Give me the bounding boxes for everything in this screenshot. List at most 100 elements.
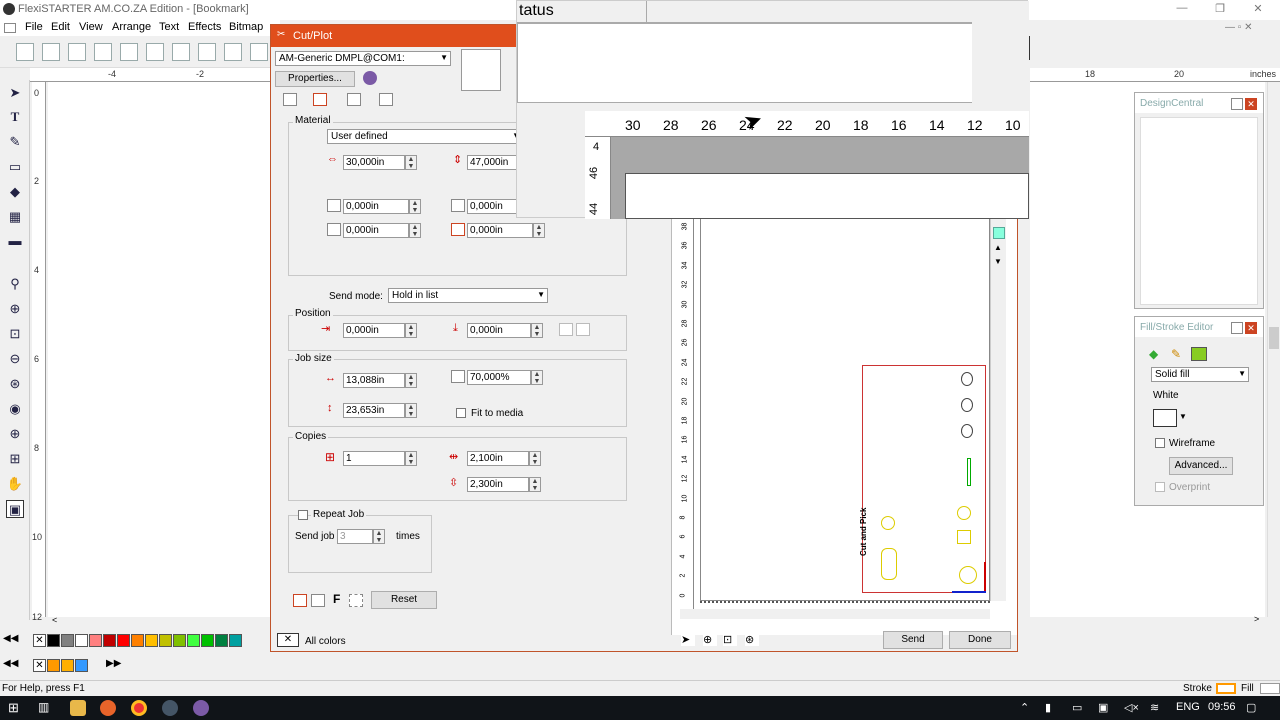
usb-icon[interactable]: ▮ [1045,701,1051,714]
stroke-pen-icon[interactable]: ✎ [1171,347,1181,361]
language-indicator[interactable]: ENG [1176,701,1200,713]
center-icon[interactable] [576,323,590,336]
windows-start-icon[interactable]: ⊞ [8,700,19,716]
color-swatch[interactable] [145,634,158,647]
reset-button[interactable]: Reset [371,591,437,609]
select-arrow-icon[interactable]: ➤ [6,84,24,102]
node-edit-icon[interactable]: ◆ [6,183,24,201]
driver-icon[interactable] [363,71,377,85]
status-job-list[interactable] [517,23,973,103]
weed-icon[interactable] [293,594,307,607]
open-icon[interactable] [42,43,60,61]
margin-bottom-left-input[interactable]: 0,000in [343,223,409,238]
frame-icon[interactable] [349,594,363,607]
position-x-stepper[interactable]: ▲ ▼ [405,323,417,338]
close-icon[interactable]: ✕ [1248,2,1268,18]
clock[interactable]: 09:56 [1208,701,1236,713]
advanced-button[interactable]: Advanced... [1169,457,1233,475]
color-swatch[interactable] [47,659,60,672]
new-icon[interactable] [16,43,34,61]
network-icon[interactable]: ▣ [1098,701,1108,714]
send-button[interactable]: Send [883,631,943,649]
color-swatch[interactable] [159,634,172,647]
flexi-icon[interactable] [162,700,178,716]
task-view-icon[interactable]: ▥ [38,700,49,714]
copies-stepper[interactable]: ▲ ▼ [405,451,417,466]
margin-top-left-input[interactable]: 0,000in [343,199,409,214]
material-preset-select[interactable]: User defined▼ [327,129,523,144]
done-button[interactable]: Done [949,631,1011,649]
margin-bottom-left-stepper[interactable]: ▲ ▼ [409,223,421,238]
properties-button[interactable]: Properties... [275,71,355,87]
color-swatch[interactable] [103,634,116,647]
color-filter-icon[interactable]: ✕ [277,633,299,647]
color-swatch[interactable] [215,634,228,647]
pan-hand-icon[interactable]: ✋ [6,475,24,493]
status-preview-area[interactable] [611,137,1029,219]
margin-bottom-right-input[interactable]: 0,000in [467,223,533,238]
color-swatch[interactable] [75,659,88,672]
send-mode-select[interactable]: Hold in list ▼ [388,288,548,303]
copies-input[interactable]: 1 [343,451,405,466]
fill-tool-icon[interactable]: ▦ [6,208,24,226]
chrome-icon[interactable] [131,700,147,716]
color-swatch[interactable] [75,634,88,647]
menu-effects[interactable]: Effects [188,21,221,33]
repeat-times-input[interactable]: 3 [337,529,373,544]
color-swatch-button[interactable] [1153,409,1177,427]
repeat-job-checkbox[interactable] [298,510,308,520]
status-column-header-2[interactable] [647,1,972,23]
copy-spacing-y-stepper[interactable]: ▲ ▼ [529,477,541,492]
cut-plot-icon[interactable] [172,43,190,61]
fill-swatch[interactable] [1260,683,1280,694]
color-swatch[interactable] [173,634,186,647]
job-scale-stepper[interactable]: ▲ ▼ [531,370,543,385]
zoom-selected-icon[interactable]: ◉ [6,400,24,418]
zoom-in-icon[interactable]: ⊕ [6,300,24,318]
device-select[interactable]: AM-Generic DMPL@COM1: ▼ [275,51,451,66]
fill-color-icon[interactable] [1191,347,1207,361]
color-swatch[interactable] [47,634,60,647]
scroll-right-icon[interactable]: > [1254,614,1259,624]
wifi-icon[interactable]: ≋ [1150,701,1159,714]
tab-tool-icon[interactable] [347,93,361,106]
panel-minimize-icon[interactable] [1231,98,1243,110]
preview-zoom-all-icon[interactable]: ⊛ [745,633,759,646]
menu-edit[interactable]: Edit [51,21,70,33]
panel-close-icon[interactable]: ✕ [1245,322,1257,334]
position-y-stepper[interactable]: ▲ ▼ [531,323,543,338]
notifications-icon[interactable]: ▢ [1246,701,1256,714]
repeat-times-stepper[interactable]: ▲ ▼ [373,529,385,544]
contour-icon[interactable] [311,594,325,607]
copy-spacing-y-input[interactable]: 2,300in [467,477,529,492]
status-column-header[interactable]: tatus [517,1,647,23]
media-width-input[interactable]: 30,000in [343,155,405,170]
zoom-fit-icon[interactable]: ⊕ [6,425,24,443]
volume-icon[interactable]: ◁× [1124,701,1139,714]
bezier-tool-icon[interactable]: ✎ [6,133,24,151]
rectangle-tool-icon[interactable]: ▭ [6,158,24,176]
zoom-all-icon[interactable]: ⊛ [6,375,24,393]
color-swatch[interactable] [229,634,242,647]
color-swatch[interactable] [89,634,102,647]
file-explorer-icon[interactable] [70,700,86,716]
production-manager-icon[interactable] [193,700,209,716]
palette-prev-icon[interactable]: ◀◀ [3,658,18,669]
chevron-down-icon[interactable]: ▼ [1179,412,1187,421]
scroll-left-icon[interactable]: < [52,615,57,625]
scissors-icon[interactable] [224,43,242,61]
wireframe-checkbox[interactable] [1155,438,1165,448]
vertical-scrollbar[interactable] [1267,82,1280,617]
export-icon[interactable] [120,43,138,61]
preview-hscrollbar[interactable] [680,609,990,619]
palette-prev-icon[interactable]: ◀◀ [3,633,18,644]
import-icon[interactable] [94,43,112,61]
scroll-up-icon[interactable]: ▲ [994,243,1002,252]
maximize-icon[interactable]: ❐ [1210,2,1230,18]
color-swatch[interactable] [117,634,130,647]
color-swatch[interactable] [201,634,214,647]
panel-close-icon[interactable]: ✕ [1245,98,1257,110]
firefox-icon[interactable] [100,700,116,716]
menu-bitmap[interactable]: Bitmap [229,21,263,33]
color-swatch[interactable] [61,634,74,647]
